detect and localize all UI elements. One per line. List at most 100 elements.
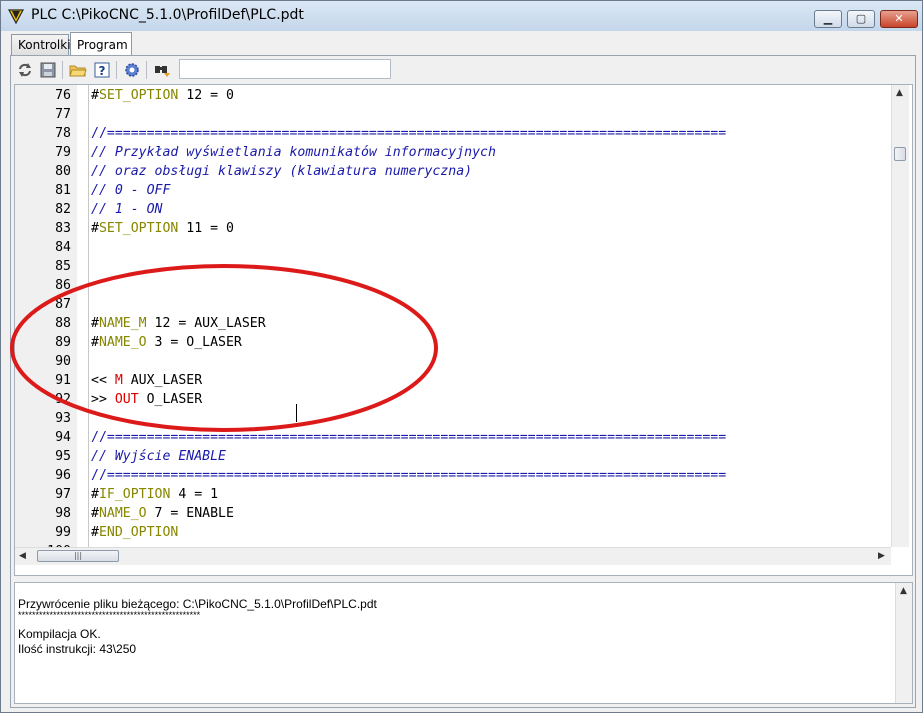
line-number: 95 [55,449,71,464]
code-token: // Wyjście ENABLE [91,449,226,464]
save-icon[interactable] [39,61,57,79]
toolbar-separator [146,61,147,79]
code-token: >> [91,392,115,407]
code-token: //======================================… [91,468,727,483]
line-code: // Przykład wyświetlania komunikatów inf… [91,143,496,162]
line-code: #NAME_O 7 = ENABLE [91,504,234,523]
scroll-right-icon[interactable]: ▶ [878,551,885,561]
line-number: 98 [55,506,71,521]
code-line[interactable]: 81 // 0 - OFF [15,181,890,200]
code-line[interactable]: 90 [15,352,890,371]
code-token: # [91,525,99,540]
code-token: // 1 - ON [91,202,163,217]
code-line[interactable]: 97 #IF_OPTION 4 = 1 [15,485,890,504]
code-token: << [91,373,115,388]
code-line[interactable]: 79 // Przykład wyświetlania komunikatów i… [15,143,890,162]
code-line[interactable]: 96 //====================================… [15,466,890,485]
code-token: // oraz obsługi klawiszy (klawiatura num… [91,164,473,179]
code-line[interactable]: 78 //====================================… [15,124,890,143]
tab-program[interactable]: Program [70,32,132,55]
scroll-up-icon[interactable]: ▲ [896,88,903,98]
window-title: PLC C:\PikoCNC_5.1.0\ProfilDef\PLC.pdt [31,7,304,23]
code-token: 12 = AUX_LASER [146,316,266,331]
line-number: 93 [55,411,71,426]
code-token: AUX_LASER [122,373,203,388]
code-token: NAME_M [98,316,147,331]
code-editor[interactable]: 76 #SET_OPTION 12 = 0 77 78//==============… [14,84,913,576]
code-line[interactable]: 82 // 1 - ON [15,200,890,219]
line-number: 79 [55,145,71,160]
horizontal-scrollbar[interactable]: ◀ ||| ▶ [15,547,891,565]
minimize-button[interactable]: ▁ [814,10,842,28]
code-token: # [91,221,99,236]
line-number: 88 [55,316,71,331]
vertical-scroll-thumb[interactable] [894,147,906,161]
output-log: Przywrócenie pliku bieżącego: C:\PikoCNC… [14,582,913,704]
code-token: O_LASER [138,392,203,407]
code-line[interactable]: 87 [15,295,890,314]
code-line[interactable]: 98 #NAME_O 7 = ENABLE [15,504,890,523]
line-number: 90 [55,354,71,369]
code-token: //======================================… [91,430,727,445]
tab-kontrolki[interactable]: Kontrolki [11,34,71,55]
code-token: NAME_O [98,506,147,521]
code-token: SET_OPTION [98,88,179,103]
line-code: // 0 - OFF [91,181,170,200]
text-caret [296,404,297,422]
scroll-left-icon[interactable]: ◀ [19,551,26,561]
code-line[interactable]: 76 #SET_OPTION 12 = 0 [15,86,890,105]
code-token: NAME_O [98,335,147,350]
code-line[interactable]: 88 #NAME_M 12 = AUX_LASER [15,314,890,333]
code-line[interactable]: 92 >> OUT O_LASER [15,390,890,409]
line-number: 99 [55,525,71,540]
scroll-up-icon[interactable]: ▲ [900,586,907,596]
code-token: # [91,487,99,502]
horizontal-scroll-thumb[interactable]: ||| [37,550,119,562]
code-token: 7 = ENABLE [146,506,234,521]
output-line: Ilość instrukcji: 43\250 [18,642,137,656]
output-vertical-scrollbar[interactable]: ▲ [895,583,912,703]
search-input[interactable] [179,59,391,79]
title-bar[interactable]: PLC C:\PikoCNC_5.1.0\ProfilDef\PLC.pdt ▁… [1,1,922,31]
code-line[interactable]: 80 // oraz obsługi klawiszy (klawiatura n… [15,162,890,181]
vertical-scrollbar[interactable]: ▲ [891,85,909,547]
code-line[interactable]: 99 #END_OPTION [15,523,890,542]
maximize-button[interactable]: ▢ [847,10,875,28]
code-line[interactable]: 83 #SET_OPTION 11 = 0 [15,219,890,238]
code-token: # [91,506,99,521]
code-token: OUT [114,392,139,407]
line-code: // Wyjście ENABLE [91,447,226,466]
close-button[interactable]: ✕ [880,10,918,28]
code-line[interactable]: 85 [15,257,890,276]
code-line[interactable]: 91 << M AUX_LASER [15,371,890,390]
line-code: #SET_OPTION 12 = 0 [91,86,234,105]
find-icon[interactable] [153,61,171,79]
code-line[interactable]: 84 [15,238,890,257]
line-number: 77 [55,107,71,122]
line-code: // 1 - ON [91,200,162,219]
line-code: //======================================… [91,428,726,447]
code-lines[interactable]: 76 #SET_OPTION 12 = 0 77 78//==============… [15,85,890,547]
code-line[interactable]: 77 [15,105,890,124]
svg-text:?: ? [99,64,106,78]
code-line[interactable]: 86 [15,276,890,295]
code-line[interactable]: 95 // Wyjście ENABLE [15,447,890,466]
code-line[interactable]: 93 [15,409,890,428]
open-folder-icon[interactable] [69,61,87,79]
line-number: 87 [55,297,71,312]
line-code: #SET_OPTION 11 = 0 [91,219,234,238]
program-tab-panel: ? 76 #SET_OPTION 12 = 0 77 78//============… [10,55,916,708]
refresh-icon[interactable] [16,61,34,79]
code-token: # [91,316,99,331]
line-code: #NAME_O 3 = O_LASER [91,333,242,352]
line-code: // oraz obsługi klawiszy (klawiatura num… [91,162,472,181]
code-token: # [91,335,99,350]
code-line[interactable]: 94 //====================================… [15,428,890,447]
line-number: 89 [55,335,71,350]
help-icon[interactable]: ? [93,61,111,79]
settings-gear-icon[interactable] [123,61,141,79]
code-line[interactable]: 89 #NAME_O 3 = O_LASER [15,333,890,352]
line-code: #END_OPTION [91,523,178,542]
code-token: 4 = 1 [170,487,219,502]
line-code: >> OUT O_LASER [91,390,202,409]
